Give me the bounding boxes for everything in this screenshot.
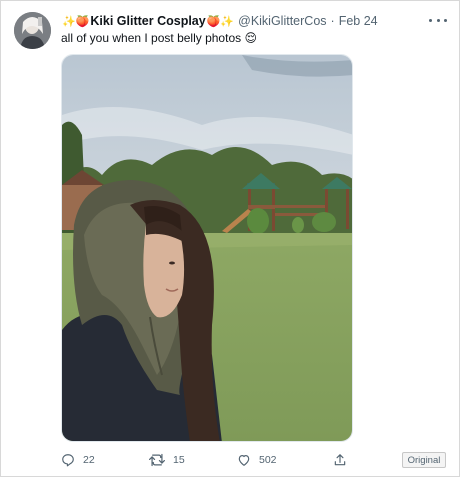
tweet-card: ✨🍑 Kiki Glitter Cosplay 🍑✨ @KikiGlitterC… — [0, 0, 460, 477]
tweet-text: all of you when I post belly photos 😌 — [61, 31, 257, 45]
tweet-actions: 22 15 502 — [57, 450, 357, 470]
author-handle[interactable]: @KikiGlitterCos — [238, 14, 326, 28]
share-icon — [334, 454, 346, 466]
author-display-name: Kiki Glitter Cosplay — [90, 14, 206, 28]
reply-icon — [62, 454, 74, 467]
separator-dot: · — [330, 14, 335, 28]
more-dots-icon[interactable] — [429, 13, 447, 27]
tweet-date[interactable]: Feb 24 — [339, 14, 378, 28]
retweet-button[interactable]: 15 — [149, 450, 185, 470]
author-name[interactable]: ✨🍑 Kiki Glitter Cosplay 🍑✨ — [61, 14, 235, 28]
reply-count: 22 — [83, 454, 95, 466]
like-button[interactable]: 502 — [237, 450, 277, 470]
tweet-photo[interactable] — [61, 54, 353, 442]
avatar[interactable] — [14, 12, 51, 49]
name-prefix-emoji: ✨🍑 — [62, 15, 90, 28]
tweet-header: ✨🍑 Kiki Glitter Cosplay 🍑✨ @KikiGlitterC… — [61, 12, 378, 30]
like-count: 502 — [259, 454, 277, 466]
share-button[interactable] — [333, 450, 347, 470]
name-suffix-emoji: 🍑✨ — [206, 15, 235, 28]
original-badge[interactable]: Original — [402, 452, 446, 468]
retweet-icon — [149, 453, 165, 467]
retweet-count: 15 — [173, 454, 185, 466]
reply-button[interactable]: 22 — [61, 450, 95, 470]
heart-icon — [238, 455, 250, 466]
